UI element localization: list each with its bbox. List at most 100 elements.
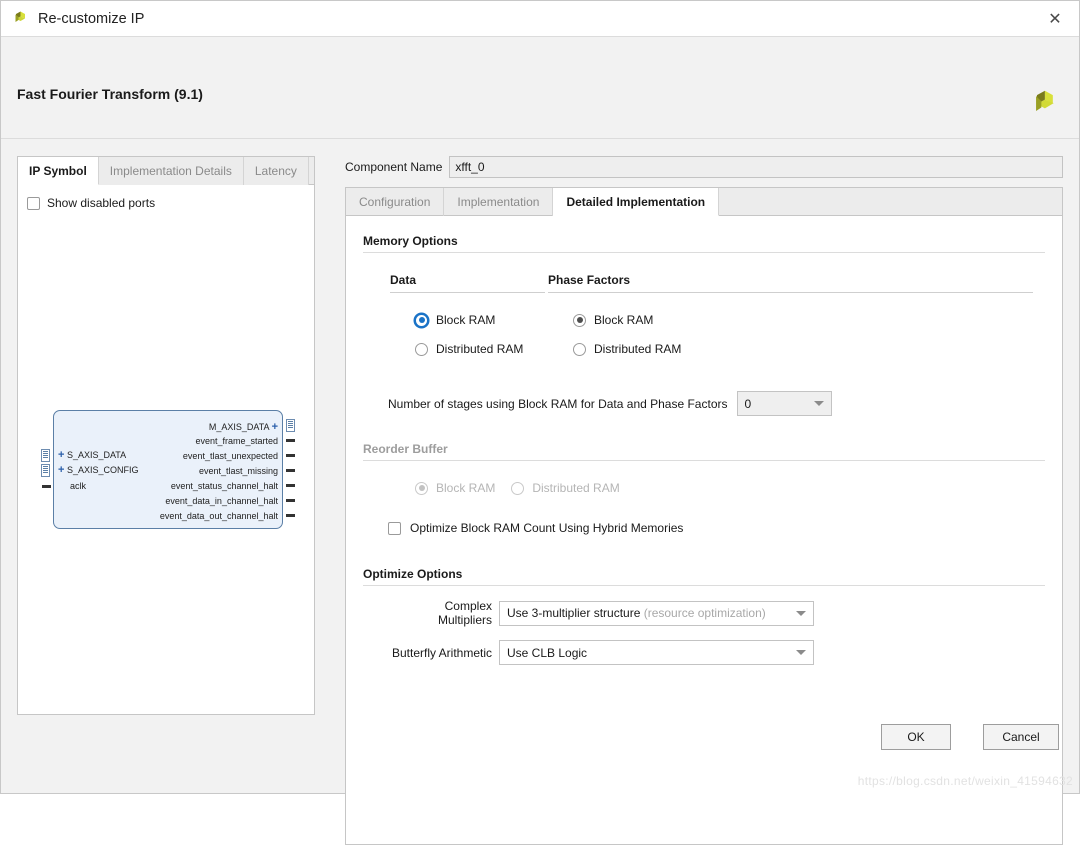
butterfly-arithmetic-label: Butterfly Arithmetic — [388, 646, 492, 660]
dialog-body: IP Symbol Implementation Details Latency… — [1, 139, 1079, 793]
butterfly-arithmetic-select[interactable]: Use CLB Logic — [499, 640, 814, 665]
bus-connector-icon — [41, 464, 50, 477]
memory-radio-columns: Block RAM Distributed RAM Block RAM — [363, 309, 1045, 367]
pin-icon — [286, 439, 295, 442]
port-event-status-channel-halt: event_status_channel_halt — [171, 481, 278, 491]
optimize-options-section: Optimize Options Complex Multipliers Use… — [363, 567, 1045, 665]
radio-icon — [415, 482, 428, 495]
tab-implementation-details[interactable]: Implementation Details — [99, 157, 244, 185]
window-title: Re-customize IP — [38, 11, 144, 27]
port-label: S_AXIS_CONFIG — [67, 465, 139, 475]
left-panel: IP Symbol Implementation Details Latency… — [17, 156, 315, 715]
option-label: Distributed RAM — [436, 342, 523, 356]
ip-header: Fast Fourier Transform (9.1) i Documenta… — [1, 37, 1079, 139]
data-distributed-ram-option[interactable]: Distributed RAM — [415, 338, 570, 360]
pin-icon — [286, 454, 295, 457]
cancel-button[interactable]: Cancel — [983, 724, 1059, 750]
complex-multipliers-label: Complex Multipliers — [388, 599, 492, 627]
number-of-stages-row: Number of stages using Block RAM for Dat… — [388, 391, 1045, 416]
tab-ip-symbol[interactable]: IP Symbol — [18, 157, 99, 185]
pin-icon — [286, 484, 295, 487]
optimize-hybrid-memories-label: Optimize Block RAM Count Using Hybrid Me… — [410, 521, 683, 535]
data-block-ram-option[interactable]: Block RAM — [415, 309, 570, 331]
chevron-down-icon — [796, 650, 806, 655]
detailed-implementation-form: Memory Options Data Phase Factors Block … — [346, 216, 1062, 665]
tab-detailed-implementation[interactable]: Detailed Implementation — [553, 188, 719, 216]
port-event-frame-started: event_frame_started — [195, 436, 278, 446]
memory-options-title: Memory Options — [363, 234, 1045, 248]
reorder-buffer-title: Reorder Buffer — [363, 442, 1045, 456]
ok-button[interactable]: OK — [881, 724, 951, 750]
reorder-distributed-ram-option: Distributed RAM — [511, 477, 619, 499]
reorder-buffer-section: Reorder Buffer Block RAM Distributed RAM — [363, 442, 1045, 499]
tab-latency[interactable]: Latency — [244, 157, 309, 185]
data-memory-radio-group: Block RAM Distributed RAM — [415, 309, 570, 367]
divider — [363, 460, 1045, 461]
number-of-stages-label: Number of stages using Block RAM for Dat… — [388, 397, 728, 411]
port-label: M_AXIS_DATA — [209, 422, 269, 432]
bus-connector-icon — [286, 419, 295, 432]
divider — [363, 585, 1045, 586]
radio-icon[interactable] — [415, 343, 428, 356]
expand-plus-icon[interactable]: + — [58, 464, 64, 476]
radio-icon[interactable] — [415, 314, 428, 327]
component-name-input[interactable]: xfft_0 — [449, 156, 1063, 178]
option-label: Distributed RAM — [532, 481, 619, 495]
expand-plus-icon[interactable]: + — [272, 421, 278, 433]
radio-icon[interactable] — [573, 343, 586, 356]
port-event-tlast-unexpected: event_tlast_unexpected — [183, 451, 278, 461]
reorder-buffer-radio-group: Block RAM Distributed RAM — [415, 477, 1045, 499]
left-tab-strip: IP Symbol Implementation Details Latency — [18, 157, 314, 185]
port-event-data-in-channel-halt: event_data_in_channel_halt — [165, 496, 278, 506]
select-value-main: Use 3-multiplier structure — [507, 606, 640, 620]
component-name-row: Component Name xfft_0 — [345, 156, 1063, 178]
select-value-suffix: (resource optimization) — [644, 606, 766, 620]
port-label: aclk — [70, 481, 86, 491]
option-label: Distributed RAM — [594, 342, 681, 356]
complex-multipliers-select[interactable]: Use 3-multiplier structure (resource opt… — [499, 601, 814, 626]
phase-distributed-ram-option[interactable]: Distributed RAM — [573, 338, 873, 360]
show-disabled-ports-checkbox[interactable] — [27, 197, 40, 210]
chevron-down-icon — [796, 611, 806, 616]
select-value: Use 3-multiplier structure (resource opt… — [507, 606, 766, 620]
show-disabled-ports-row[interactable]: Show disabled ports — [27, 196, 155, 210]
number-of-stages-select[interactable]: 0 — [737, 391, 832, 416]
select-value: Use CLB Logic — [507, 646, 587, 660]
optimize-hybrid-memories-row[interactable]: Optimize Block RAM Count Using Hybrid Me… — [388, 521, 1045, 535]
chevron-down-icon — [814, 401, 824, 406]
pin-icon — [42, 485, 51, 488]
close-icon[interactable]: ✕ — [1031, 1, 1079, 35]
option-label: Block RAM — [594, 313, 653, 327]
xilinx-logo-icon — [12, 10, 29, 27]
port-aclk: aclk — [70, 481, 86, 491]
title-bar: Re-customize IP ✕ — [1, 1, 1079, 37]
left-panel-content: Show disabled ports + S_AXIS_DATA + — [18, 185, 314, 714]
complex-multipliers-row: Complex Multipliers Use 3-multiplier str… — [388, 599, 1045, 627]
tab-configuration[interactable]: Configuration — [346, 188, 444, 216]
page-title: Fast Fourier Transform (9.1) — [17, 86, 203, 102]
component-name-label: Component Name — [345, 160, 442, 174]
divider — [363, 252, 1045, 253]
memory-columns-headers: Data Phase Factors — [363, 273, 1045, 293]
radio-icon[interactable] — [573, 314, 586, 327]
settings-tab-strip: Configuration Implementation Detailed Im… — [346, 188, 1062, 216]
expand-plus-icon[interactable]: + — [58, 449, 64, 461]
optimize-options-title: Optimize Options — [363, 567, 1045, 581]
port-m-axis-data: M_AXIS_DATA + — [209, 421, 278, 433]
butterfly-arithmetic-row: Butterfly Arithmetic Use CLB Logic — [388, 640, 1045, 665]
xilinx-brand-logo-icon — [1029, 89, 1059, 119]
port-event-data-out-channel-halt: event_data_out_channel_halt — [160, 511, 278, 521]
phase-block-ram-option[interactable]: Block RAM — [573, 309, 873, 331]
port-s-axis-data: + S_AXIS_DATA — [58, 449, 126, 461]
dialog-footer: OK Cancel https://blog.csdn.net/weixin_4… — [1, 715, 1079, 793]
optimize-hybrid-memories-checkbox[interactable] — [388, 522, 401, 535]
port-label: S_AXIS_DATA — [67, 450, 126, 460]
tab-implementation[interactable]: Implementation — [444, 188, 553, 216]
phase-factors-column-heading: Phase Factors — [548, 273, 1033, 293]
select-value: 0 — [745, 397, 752, 411]
radio-icon — [511, 482, 524, 495]
data-column-heading: Data — [390, 273, 545, 293]
port-event-tlast-missing: event_tlast_missing — [199, 466, 278, 476]
reorder-block-ram-option: Block RAM — [415, 477, 495, 499]
watermark: https://blog.csdn.net/weixin_41594632 — [858, 774, 1073, 788]
